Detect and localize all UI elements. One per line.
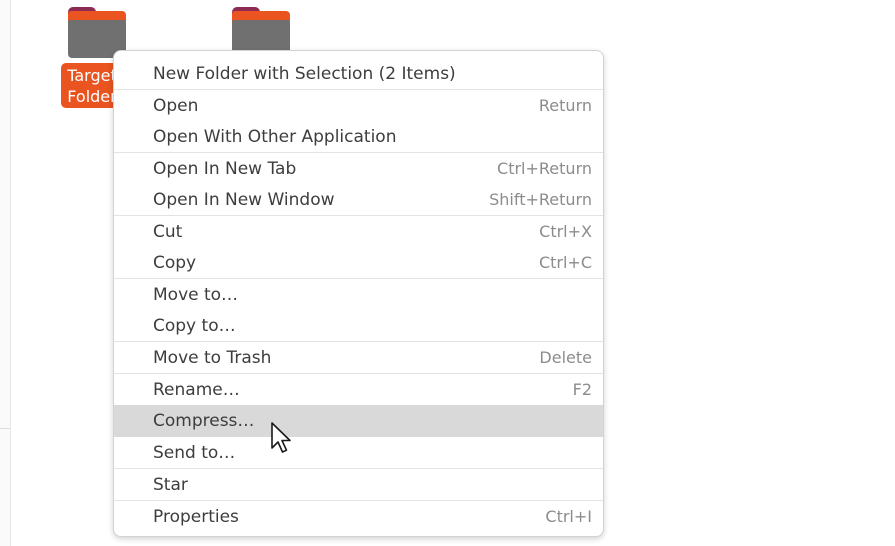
menu-item-shortcut: Ctrl+C [538, 253, 592, 272]
file-manager-view: Target Folder New Folder with Selection … [0, 0, 895, 546]
menu-item-shortcut: Delete [539, 348, 592, 367]
menu-item-label: Open In New Window [153, 189, 335, 210]
menu-item-open-in-new-window[interactable]: Open In New Window Shift+Return [114, 184, 603, 215]
menu-item-move-to[interactable]: Move to… [114, 279, 603, 310]
menu-item-new-folder-with-selection[interactable]: New Folder with Selection (2 Items) [114, 58, 603, 89]
menu-item-cut[interactable]: Cut Ctrl+X [114, 216, 603, 247]
menu-item-label: Move to… [153, 284, 239, 305]
context-menu: New Folder with Selection (2 Items) Open… [113, 50, 604, 537]
menu-item-label: Open [153, 95, 199, 116]
menu-item-label: Compress… [153, 411, 255, 431]
menu-item-label: Cut [153, 221, 183, 242]
menu-item-label: Copy [153, 252, 197, 273]
menu-item-shortcut: Ctrl+Return [497, 159, 592, 178]
menu-item-open-with-other-application[interactable]: Open With Other Application [114, 121, 603, 152]
menu-item-properties[interactable]: Properties Ctrl+I [114, 501, 603, 532]
menu-item-label: Properties [153, 506, 239, 527]
menu-item-shortcut: Ctrl+I [545, 507, 592, 526]
menu-item-move-to-trash[interactable]: Move to Trash Delete [114, 342, 603, 373]
menu-item-label: Rename… [153, 379, 240, 400]
menu-item-label: Open In New Tab [153, 158, 297, 179]
menu-item-send-to[interactable]: Send to… [114, 437, 603, 468]
menu-item-label: Star [153, 474, 188, 495]
menu-item-star[interactable]: Star [114, 469, 603, 500]
sidebar-divider [0, 428, 10, 429]
menu-item-shortcut: Shift+Return [489, 190, 592, 209]
menu-item-label: Copy to… [153, 315, 236, 336]
menu-item-label: Send to… [153, 442, 236, 463]
menu-item-shortcut: Ctrl+X [539, 222, 592, 241]
menu-item-copy-to[interactable]: Copy to… [114, 310, 603, 341]
arrow-pointer-icon [271, 422, 291, 453]
menu-item-label: Open With Other Application [153, 126, 397, 147]
menu-item-copy[interactable]: Copy Ctrl+C [114, 247, 603, 278]
menu-item-rename[interactable]: Rename… F2 [114, 374, 603, 405]
menu-item-shortcut: F2 [572, 380, 592, 399]
menu-item-label: New Folder with Selection (2 Items) [153, 63, 456, 84]
menu-item-compress[interactable]: Compress… [114, 405, 603, 437]
menu-item-label: Move to Trash [153, 347, 272, 368]
menu-item-shortcut: Return [538, 96, 592, 115]
sidebar-edge [0, 0, 11, 546]
menu-item-open-in-new-tab[interactable]: Open In New Tab Ctrl+Return [114, 153, 603, 184]
menu-item-open[interactable]: Open Return [114, 90, 603, 121]
